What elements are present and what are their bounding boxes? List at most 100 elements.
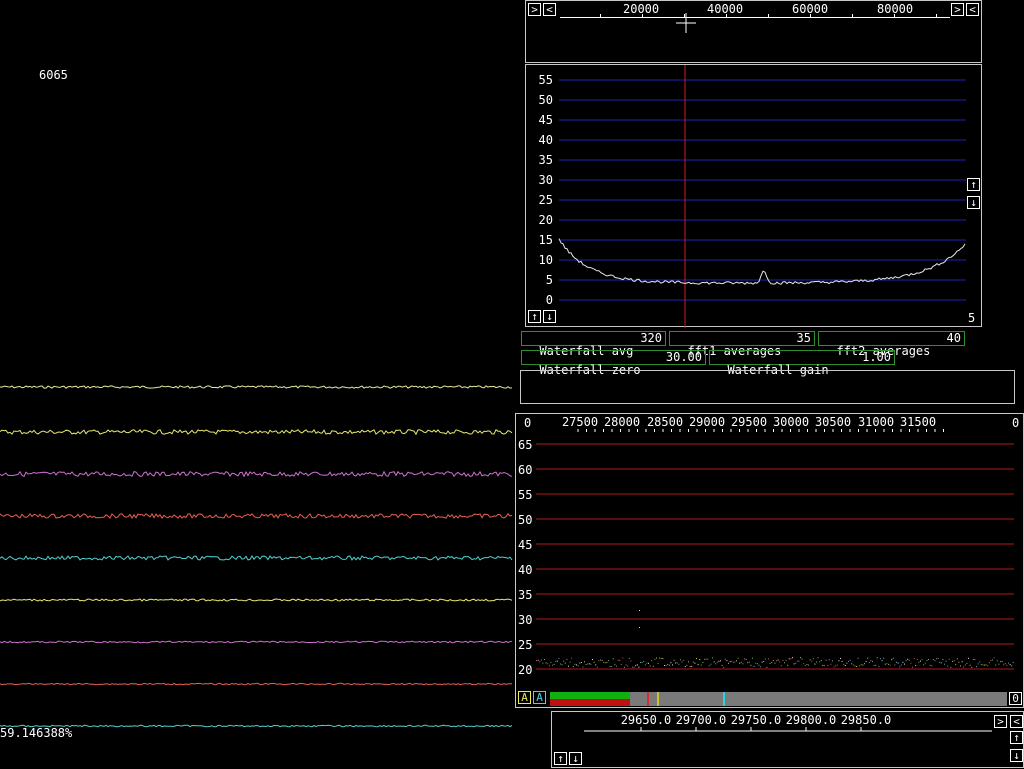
baseband-noise-dot (550, 661, 552, 663)
signal-level-bar (550, 692, 1007, 706)
baseband-noise-dot (824, 665, 825, 667)
baseband-noise-dot (771, 661, 773, 663)
baseband-noise-dot (918, 661, 920, 663)
baseband-noise-dot (758, 664, 760, 666)
baseband-noise-dot (844, 665, 846, 666)
hires-x-tick: 29750.0 (731, 713, 782, 727)
baseband-noise-dot (1000, 661, 1001, 663)
trace-9 (0, 724, 513, 728)
spectrum-y-tick: 20 (539, 213, 553, 227)
baseband-noise-dot (945, 660, 947, 662)
baseband-noise-dot (694, 662, 696, 664)
baseband-noise-dot (782, 660, 784, 661)
waterfall-avg-value: 320 (640, 331, 662, 345)
baseband-noise-dot (700, 664, 702, 666)
baseband-x-tick: 30000 (773, 415, 809, 429)
baseband-noise-dot (712, 657, 713, 659)
frequency-scale-panel[interactable]: > < > < 20000 40000 60000 80000 (525, 0, 982, 63)
baseband-noise-dot (632, 666, 633, 668)
baseband-noise-dot (707, 658, 709, 660)
baseband-noise-dot (924, 662, 926, 664)
spectrum-panel[interactable]: 55 50 45 40 35 30 25 20 15 10 5 0 ↑ ↓ ↑ ↓ 5 (525, 64, 982, 328)
baseband-noise-dot (977, 663, 979, 665)
waterfall-avg-param[interactable]: Waterfall avg 320 (521, 331, 666, 358)
message-box[interactable] (520, 370, 1015, 404)
baseband-noise-dot (920, 660, 921, 662)
baseband-noise-dot (969, 664, 971, 666)
baseband-noise-dot (827, 665, 829, 666)
scroll-right-end-button[interactable]: > (951, 3, 964, 16)
baseband-noise-dot (929, 664, 931, 666)
baseband-bottom-right-button[interactable]: 0 (1009, 692, 1022, 705)
baseband-noise-dot (974, 659, 976, 661)
baseband-y-tick: 65 (518, 438, 532, 452)
hires-down-button[interactable]: ↓ (569, 752, 582, 765)
baseband-noise-dot (748, 661, 750, 663)
hires-side-down-button[interactable]: ↓ (1010, 749, 1023, 762)
baseband-noise-dot (675, 662, 677, 664)
baseband-noise-dot (734, 661, 736, 663)
hires-right-button[interactable]: > (994, 715, 1007, 728)
spectrum-zoom-down-button[interactable]: ↓ (543, 310, 556, 323)
baseband-noise-dot (777, 659, 779, 661)
baseband-noise-dot (721, 664, 723, 666)
baseband-noise-dot (553, 663, 555, 665)
baseband-noise-dot (819, 661, 821, 663)
spectrum-y-tick: 55 (539, 73, 553, 87)
fft1-averages-param[interactable]: fft1 averages 35 (669, 331, 815, 358)
baseband-noise-dot (755, 662, 757, 664)
trace-8 (0, 682, 513, 686)
hires-side-up-button[interactable]: ↑ (1010, 731, 1023, 744)
baseband-noise-dot (665, 665, 667, 667)
baseband-noise-dot (574, 663, 576, 665)
waterfall-zero-param[interactable]: Waterfall zero 30.00 (521, 350, 706, 377)
baseband-noise-dot (841, 660, 843, 662)
baseband-noise-dot (944, 663, 945, 665)
baseband-noise-dot (953, 660, 955, 662)
baseband-noise-dot (883, 657, 885, 659)
baseband-noise-dot (982, 664, 984, 666)
baseband-noise-dot (555, 661, 557, 662)
hires-up-button[interactable]: ↑ (554, 752, 567, 765)
baseband-noise-dot (905, 660, 907, 662)
baseband-noise-dot (737, 657, 739, 659)
time-traces (0, 385, 513, 728)
baseband-spot (639, 610, 640, 611)
baseband-noise-dot (828, 659, 830, 661)
trace-1 (0, 385, 513, 389)
baseband-a-button-1[interactable]: A (518, 691, 531, 704)
baseband-a-button-2[interactable]: A (533, 691, 546, 704)
baseband-noise-dot (627, 665, 629, 667)
baseband-noise-dot (720, 660, 721, 662)
baseband-panel[interactable]: 27500 28000 28500 29000 29500 30000 30500 31000… (515, 413, 1024, 708)
hires-panel[interactable]: 29650.0 29700.0 29750.0 29800.0 29850.0 > < … (551, 711, 1024, 768)
baseband-noise-dot (635, 665, 637, 667)
spectrum-up-button[interactable]: ↑ (967, 178, 980, 191)
baseband-noise-dot (592, 659, 593, 660)
baseband-noise-dot (908, 659, 910, 661)
top-scale-tick-mark (768, 14, 769, 18)
scale-line (560, 17, 950, 18)
spectrum-zoom-up-button[interactable]: ↑ (528, 310, 541, 323)
fft2-averages-param[interactable]: fft2 averages 40 (818, 331, 965, 358)
baseband-noise-dot (801, 658, 803, 660)
baseband-noise-dot (902, 661, 904, 663)
baseband-noise-dot (864, 663, 865, 665)
baseband-noise-dot (851, 663, 853, 665)
scroll-left-end-button[interactable]: < (966, 3, 979, 16)
baseband-noise-dot (576, 664, 577, 666)
baseband-noise-dot (934, 660, 936, 662)
baseband-noise-dot (732, 661, 734, 663)
spectrum-down-button[interactable]: ↓ (967, 196, 980, 209)
baseband-noise-dot (820, 660, 822, 662)
baseband-noise-dot (808, 664, 809, 666)
scroll-right-button[interactable]: > (528, 3, 541, 16)
baseband-noise-dot (596, 666, 598, 668)
baseband-noise-dot (1012, 661, 1014, 663)
spectrum-y-tick: 50 (539, 93, 553, 107)
baseband-noise-dot (750, 664, 752, 666)
baseband-noise-dot (995, 664, 997, 666)
scroll-left-button[interactable]: < (543, 3, 556, 16)
hires-left-button[interactable]: < (1010, 715, 1023, 728)
waterfall-gain-param[interactable]: Waterfall gain 1.00 (709, 350, 895, 377)
